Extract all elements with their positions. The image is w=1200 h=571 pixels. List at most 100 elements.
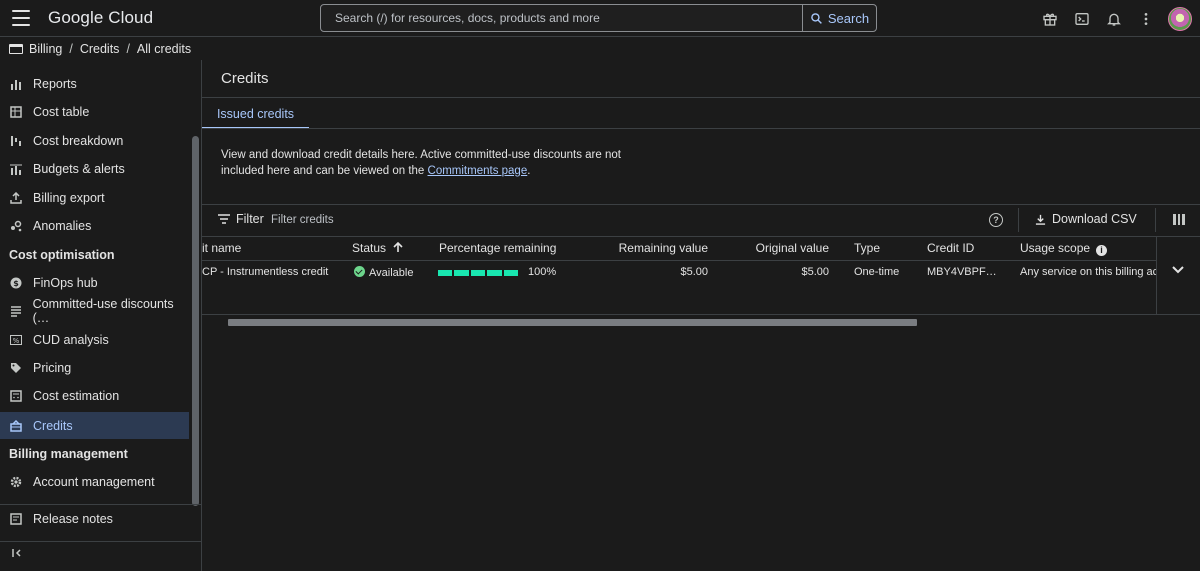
release-notes-label: Release notes bbox=[33, 511, 113, 526]
terminal-icon[interactable] bbox=[1066, 3, 1098, 35]
column-header-original-value[interactable]: Original value bbox=[729, 241, 829, 255]
download-csv-button[interactable]: Download CSV bbox=[1035, 212, 1137, 226]
divider bbox=[202, 260, 1156, 261]
sidebar-item-cud-analysis[interactable]: % CUD analysis bbox=[0, 326, 189, 353]
main-content: Credits Issued credits View and download… bbox=[202, 60, 1200, 571]
column-header-credit-name[interactable]: it name bbox=[202, 241, 241, 255]
sidebar-item-label: Cost estimation bbox=[33, 388, 120, 403]
cell-status-label: Available bbox=[369, 267, 414, 279]
table-horizontal-scrollbar[interactable] bbox=[228, 319, 917, 326]
breadcrumb-all-credits: All credits bbox=[136, 42, 192, 56]
column-header-credit-id[interactable]: Credit ID bbox=[927, 241, 974, 255]
cell-type: One-time bbox=[854, 266, 900, 278]
search-button[interactable]: Search bbox=[802, 5, 876, 31]
sidebar-item-label: Cost table bbox=[33, 104, 90, 119]
svg-text:%: % bbox=[13, 337, 20, 345]
column-display-icon[interactable] bbox=[1173, 214, 1186, 225]
tab-issued-credits[interactable]: Issued credits bbox=[202, 100, 309, 129]
sidebar-item-budgets-alerts[interactable]: Budgets & alerts bbox=[0, 155, 189, 182]
breadcrumb-billing[interactable]: Billing bbox=[29, 42, 62, 56]
top-icons bbox=[1034, 0, 1200, 37]
budget-icon bbox=[9, 162, 23, 176]
page-title: Credits bbox=[221, 70, 269, 87]
download-icon bbox=[1035, 214, 1046, 225]
sidebar-item-credits[interactable]: Credits bbox=[0, 412, 189, 439]
gear-icon bbox=[9, 475, 23, 489]
description: View and download credit details here. A… bbox=[221, 147, 641, 179]
column-header-status[interactable]: Status bbox=[352, 241, 403, 255]
sidebar-item-finops-hub[interactable]: $ FinOps hub bbox=[0, 269, 189, 296]
bell-icon[interactable] bbox=[1098, 3, 1130, 35]
breadcrumb-separator: / bbox=[126, 42, 130, 56]
sidebar-item-cost-breakdown[interactable]: Cost breakdown bbox=[0, 127, 189, 154]
breadcrumb-credits[interactable]: Credits bbox=[80, 42, 120, 56]
breadcrumb-separator: / bbox=[69, 42, 73, 56]
divider bbox=[202, 128, 1200, 129]
sidebar-item-cost-table[interactable]: Cost table bbox=[0, 98, 189, 125]
avatar[interactable] bbox=[1168, 6, 1192, 31]
waterfall-icon bbox=[9, 134, 23, 148]
sidebar-item-reports[interactable]: Reports bbox=[0, 70, 189, 97]
section-header-billing-management: Billing management bbox=[9, 447, 128, 461]
sidebar-item-label: Cost breakdown bbox=[33, 133, 124, 148]
more-vert-icon[interactable] bbox=[1130, 3, 1162, 35]
sidebar-item-label: Budgets & alerts bbox=[33, 161, 125, 176]
help-icon[interactable]: ? bbox=[989, 213, 1003, 227]
billing-icon bbox=[9, 44, 23, 54]
svg-text:$: $ bbox=[13, 279, 19, 288]
chevron-down-icon[interactable] bbox=[1171, 263, 1185, 278]
download-csv-label: Download CSV bbox=[1052, 212, 1137, 226]
divider bbox=[202, 204, 1200, 205]
search-bar: Search bbox=[320, 4, 877, 32]
list-icon bbox=[9, 304, 23, 318]
cell-remaining-value: $5.00 bbox=[680, 266, 708, 278]
sidebar-item-committed-use-discounts[interactable]: Committed-use discounts (… bbox=[0, 297, 189, 325]
progress-bar bbox=[438, 270, 519, 276]
check-circle-icon bbox=[354, 266, 365, 277]
sidebar-item-cost-estimation[interactable]: Cost estimation bbox=[0, 382, 189, 409]
sidebar-item-account-management[interactable]: Account management bbox=[0, 468, 189, 495]
filter-button[interactable]: Filter bbox=[218, 212, 264, 226]
google-cloud-logo[interactable]: Google Cloud bbox=[48, 8, 153, 28]
hamburger-menu-icon[interactable] bbox=[12, 10, 30, 26]
anomaly-icon bbox=[9, 219, 23, 233]
release-notes-icon bbox=[9, 512, 23, 526]
column-header-percentage-remaining[interactable]: Percentage remaining bbox=[439, 241, 556, 255]
sidebar-item-billing-export[interactable]: Billing export bbox=[0, 184, 189, 211]
collapse-icon[interactable] bbox=[11, 547, 23, 562]
divider bbox=[202, 97, 1200, 98]
search-input[interactable] bbox=[321, 5, 802, 31]
sidebar-item-label: Account management bbox=[33, 474, 155, 489]
dollar-icon: $ bbox=[9, 276, 23, 290]
section-header-cost-optimisation: Cost optimisation bbox=[9, 248, 115, 262]
divider bbox=[202, 314, 1200, 315]
release-notes-link[interactable]: Release notes bbox=[0, 505, 200, 532]
column-header-usage-scope[interactable]: Usage scope i bbox=[1020, 241, 1108, 256]
cell-credit-id: MBY4VBPF… bbox=[927, 266, 997, 278]
description-end: . bbox=[527, 165, 531, 177]
bar-chart-icon bbox=[9, 77, 23, 91]
description-text: View and download credit details here. A… bbox=[221, 149, 621, 177]
column-header-status-label: Status bbox=[352, 241, 387, 255]
sidebar-scrollbar[interactable] bbox=[192, 136, 199, 506]
column-header-type[interactable]: Type bbox=[854, 241, 880, 255]
sidebar-item-pricing[interactable]: Pricing bbox=[0, 354, 189, 381]
search-icon bbox=[811, 12, 822, 24]
column-header-remaining-value[interactable]: Remaining value bbox=[608, 241, 708, 255]
filter-icon bbox=[218, 214, 230, 224]
sidebar-item-label: Anomalies bbox=[33, 218, 92, 233]
sidebar-footer: Release notes bbox=[0, 504, 201, 557]
sidebar-item-label: Billing export bbox=[33, 190, 105, 205]
sidebar-item-label: FinOps hub bbox=[33, 275, 98, 290]
sidebar: Reports Cost table Cost breakdown Budget… bbox=[0, 60, 202, 571]
credits-table: it name Status Percentage remaining Rema… bbox=[202, 236, 1156, 314]
sidebar-item-label: Credits bbox=[33, 418, 73, 433]
filter-input[interactable] bbox=[271, 212, 671, 228]
gift-icon[interactable] bbox=[1034, 3, 1066, 35]
table-icon bbox=[9, 105, 23, 119]
column-header-usage-scope-label: Usage scope bbox=[1020, 241, 1091, 255]
commitments-page-link[interactable]: Commitments page bbox=[428, 165, 528, 177]
percent-icon: % bbox=[9, 333, 23, 347]
info-icon[interactable]: i bbox=[1096, 245, 1108, 256]
sidebar-item-anomalies[interactable]: Anomalies bbox=[0, 212, 189, 239]
